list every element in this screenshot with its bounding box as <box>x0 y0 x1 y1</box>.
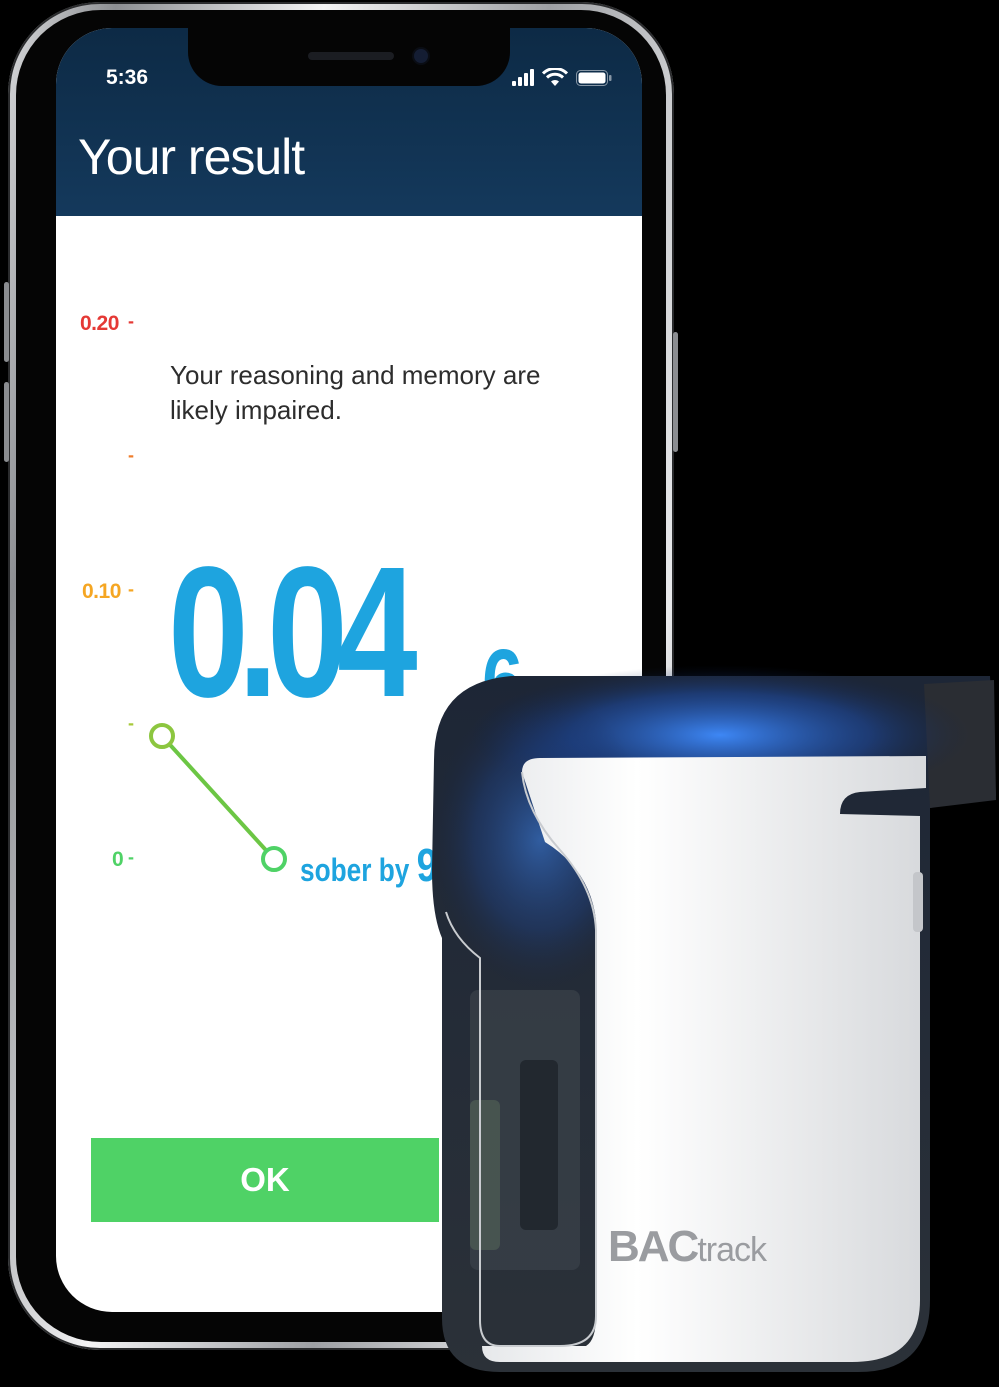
power-button <box>673 332 678 452</box>
sober-prefix: sober by <box>300 852 410 888</box>
volume-up-button <box>4 282 9 362</box>
bactrack-logo: BACtrack <box>608 1222 767 1271</box>
sober-by-label: sober by 9 <box>300 838 438 892</box>
ok-button[interactable]: OK <box>91 1138 439 1222</box>
current-level-marker <box>149 723 175 749</box>
sober-projection-line <box>149 723 287 872</box>
phone-frame: 5:36 Your result 0.20 - - 0.10 - - 0 - Y… <box>4 2 678 1350</box>
app-screen: 5:36 Your result 0.20 - - 0.10 - - 0 - Y… <box>56 28 642 1312</box>
sober-point-marker <box>261 846 287 872</box>
volume-down-button <box>4 382 9 462</box>
sober-time: 9 <box>416 839 438 891</box>
